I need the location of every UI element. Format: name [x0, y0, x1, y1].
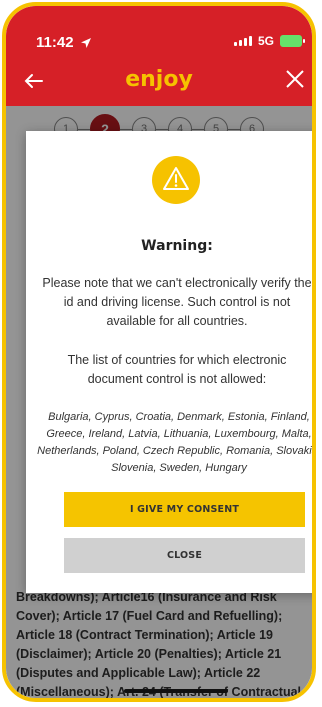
nav-bar: enjoy — [6, 64, 312, 100]
app-header: 11:42 5G enjoy — [6, 6, 312, 106]
country-list-intro: The list of countries for which electron… — [67, 353, 287, 386]
country-list: Bulgaria, Cyprus, Croatia, Denmark, Esto… — [37, 411, 316, 474]
warning-icon — [152, 156, 200, 204]
warning-dialog: Warning: Please note that we can't elect… — [26, 131, 316, 593]
consent-button[interactable]: I GIVE MY CONSENT — [64, 492, 305, 527]
location-arrow-icon — [80, 36, 92, 53]
app-logo: enjoy — [125, 67, 193, 92]
status-bar: 11:42 5G — [36, 34, 312, 54]
status-time: 11:42 — [36, 34, 74, 51]
home-indicator[interactable] — [124, 689, 228, 693]
status-icons: 5G — [233, 34, 305, 48]
close-button[interactable]: CLOSE — [64, 538, 305, 573]
phone-frame: 11:42 5G enjoy 1 2 3 4 5 6 Breakdowns); … — [2, 2, 316, 702]
network-label: 5G — [257, 34, 274, 48]
app-screen: 11:42 5G enjoy 1 2 3 4 5 6 Breakdowns); … — [6, 6, 312, 698]
dialog-title: Warning: — [141, 238, 213, 254]
signal-icon — [233, 36, 252, 46]
verification-notice: Please note that we can't electronically… — [42, 276, 312, 328]
battery-icon — [280, 35, 305, 47]
close-icon[interactable] — [284, 68, 306, 90]
